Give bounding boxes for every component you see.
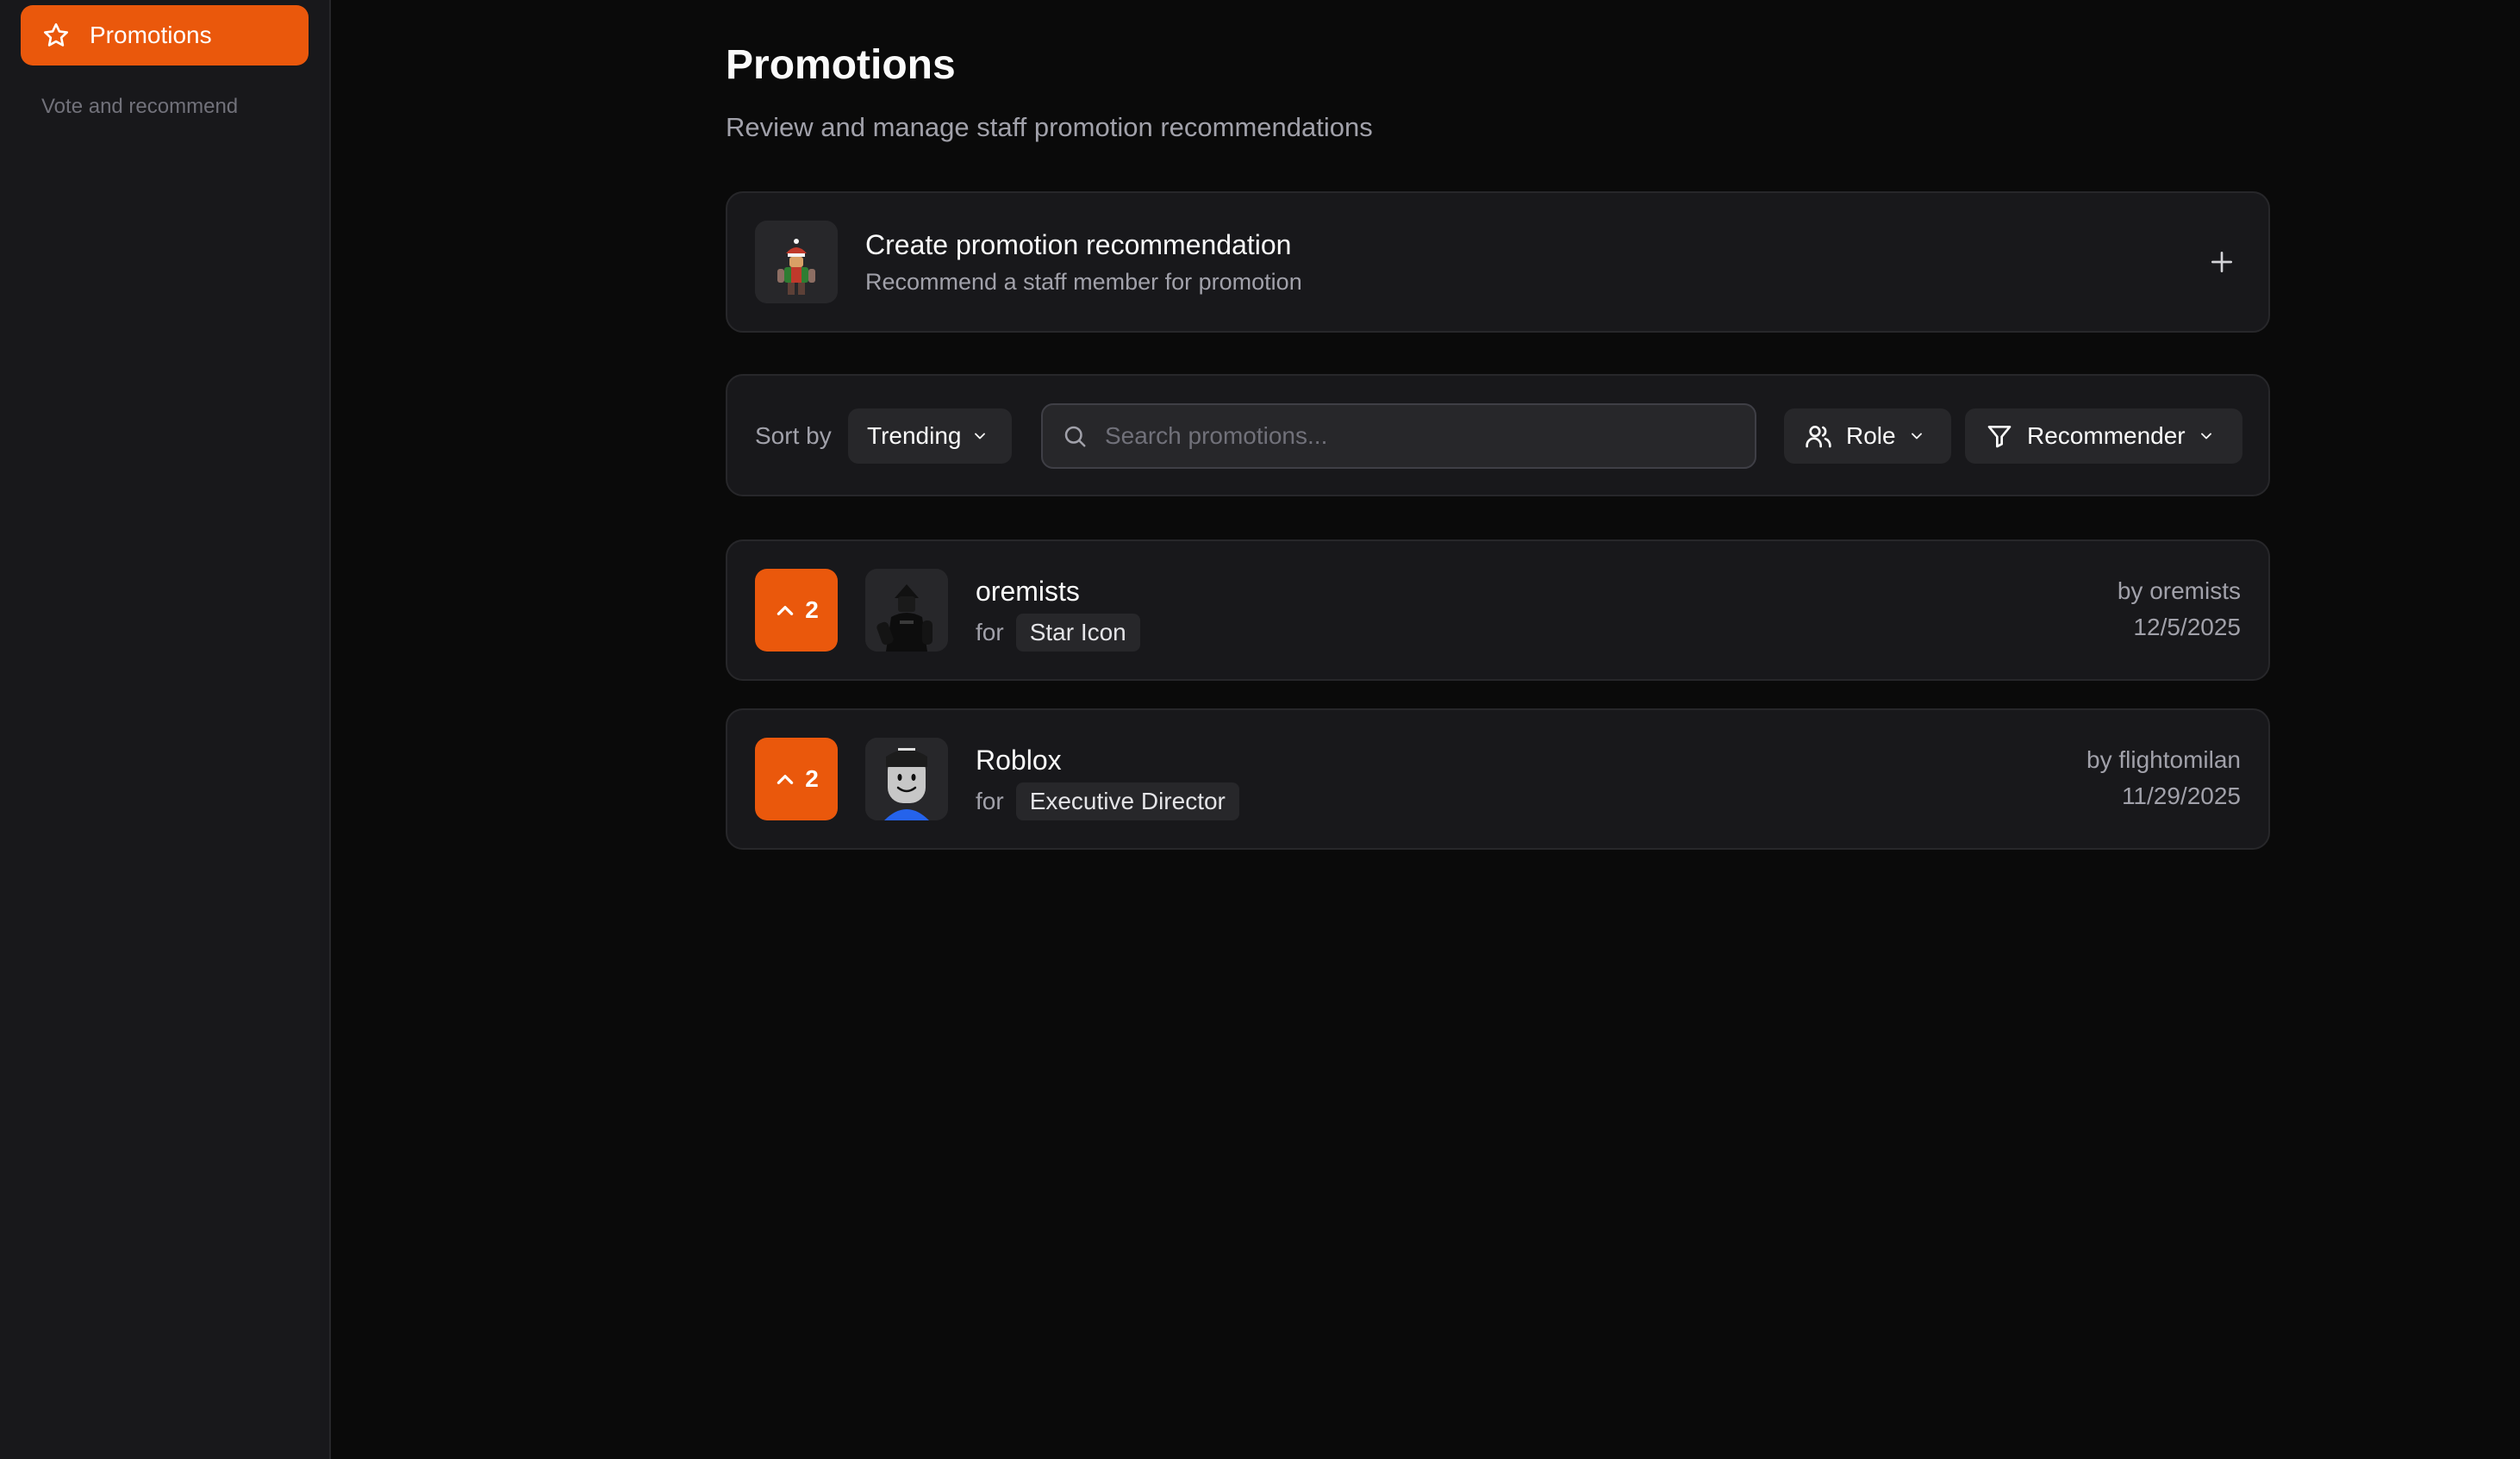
upvote-button[interactable]: 2 [755, 569, 838, 652]
upvote-button[interactable]: 2 [755, 738, 838, 820]
promotion-username[interactable]: oremists [976, 576, 1080, 608]
promotion-row[interactable]: 2 oremists for Star Icon by oremists 12/… [726, 539, 2270, 681]
page-title: Promotions [726, 42, 956, 88]
role-filter-label: Role [1846, 422, 1896, 449]
create-card-title: Create promotion recommendation [865, 229, 1292, 260]
role-badge: Executive Director [1015, 782, 1239, 820]
sidebar-item-promotions[interactable]: Promotions [21, 5, 309, 65]
user-avatar [755, 221, 838, 303]
sidebar: Promotions Vote and recommend [0, 0, 331, 1459]
star-icon [41, 21, 71, 50]
page-subtitle: Review and manage staff promotion recomm… [726, 112, 1373, 142]
recommender-text: by oremists [2117, 577, 2241, 604]
create-card-description: Recommend a staff member for promotion [865, 269, 1302, 295]
chevron-down-icon [971, 427, 989, 445]
promotion-role-line: for Executive Director [976, 782, 1239, 820]
promotion-date: 12/5/2025 [2133, 614, 2241, 640]
sort-label: Sort by [755, 422, 832, 449]
promotion-row[interactable]: 2 Roblox for Executive Director by fligh… [726, 708, 2270, 850]
avatar [865, 569, 948, 652]
sidebar-caption: Vote and recommend [41, 95, 239, 118]
promotion-meta: by flightomilan 11/29/2025 [2086, 746, 2241, 810]
promotion-role-line: for Star Icon [976, 614, 1140, 652]
recommender-text: by flightomilan [2086, 746, 2241, 773]
search-input[interactable] [1105, 415, 1743, 458]
plus-icon[interactable] [2201, 241, 2242, 283]
create-recommendation-card[interactable]: Create promotion recommendation Recommen… [726, 191, 2270, 333]
search-box[interactable] [1041, 403, 1756, 469]
app-root: Promotions Vote and recommend Promotions… [0, 0, 2520, 1459]
role-filter-button[interactable]: Role [1784, 408, 1951, 464]
sort-dropdown[interactable]: Trending [848, 408, 1012, 464]
chevron-down-icon [2198, 427, 2215, 445]
recommender-filter-button[interactable]: Recommender [1965, 408, 2242, 464]
promotion-username[interactable]: Roblox [976, 745, 1062, 776]
for-label: for [976, 619, 1004, 645]
vote-count: 2 [805, 596, 819, 623]
recommender-filter-label: Recommender [2027, 422, 2186, 449]
users-icon [1805, 422, 1832, 450]
vote-count: 2 [805, 765, 819, 792]
chevron-up-icon [774, 768, 796, 790]
promotion-meta: by oremists 12/5/2025 [2118, 577, 2241, 641]
filter-bar: Sort by Trending Role [726, 374, 2270, 496]
avatar [865, 738, 948, 820]
chevron-up-icon [774, 599, 796, 621]
chevron-down-icon [1908, 427, 1925, 445]
search-icon [1062, 423, 1088, 449]
for-label: for [976, 788, 1004, 814]
sort-value: Trending [867, 422, 962, 449]
sidebar-item-label: Promotions [90, 22, 212, 48]
filter-icon [1986, 422, 2013, 450]
role-badge: Star Icon [1015, 614, 1140, 652]
promotion-date: 11/29/2025 [2121, 782, 2241, 809]
